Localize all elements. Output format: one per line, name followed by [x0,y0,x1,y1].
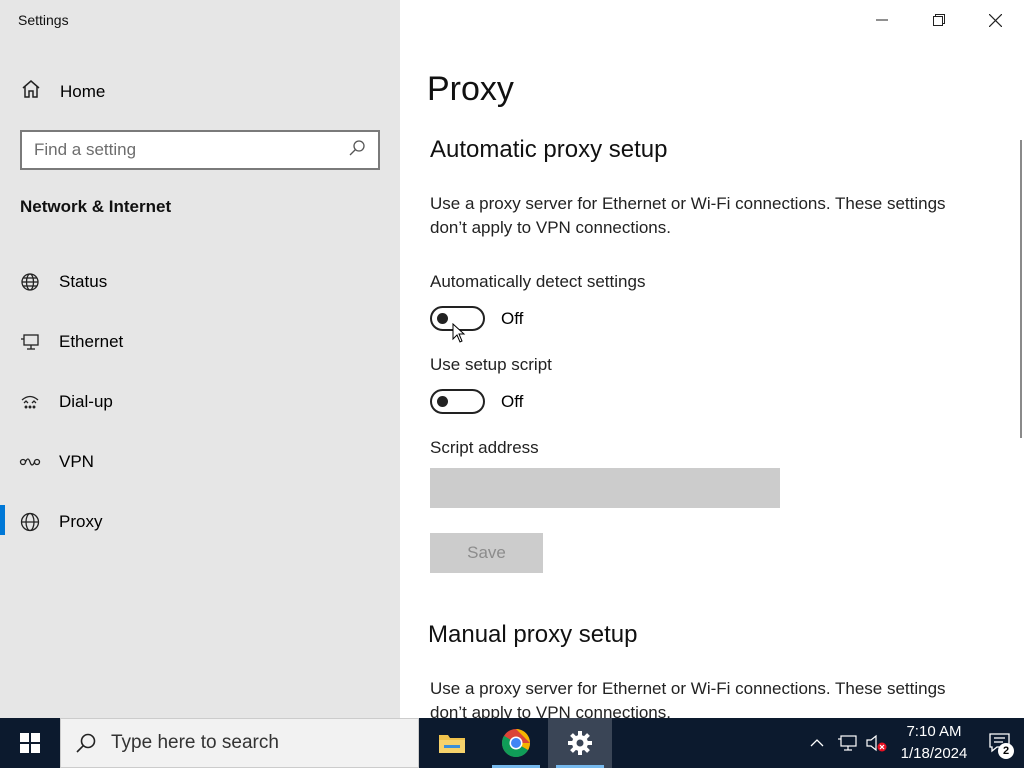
home-label: Home [60,81,106,101]
script-address-input[interactable] [430,468,780,508]
find-setting-input[interactable] [34,140,348,160]
sidebar-item-vpn[interactable]: VPN [0,432,400,492]
globe-status-icon [19,271,41,293]
find-setting-search[interactable] [20,130,380,170]
save-button[interactable]: Save [430,533,543,573]
sidebar-item-label: VPN [59,452,94,471]
chevron-up-icon [810,739,824,747]
active-indicator [0,505,5,535]
setup-script-label: Use setup script [430,355,552,374]
setup-script-row: Off [430,389,523,414]
folder-icon [439,735,465,753]
scrollbar-thumb[interactable] [1020,140,1022,438]
detect-settings-label: Automatically detect settings [430,272,646,291]
setup-script-toggle[interactable] [430,389,485,414]
sidebar-item-label: Ethernet [59,332,124,351]
taskbar: Type here to search 7:10 AM 1/18/2024 2 [0,718,1024,768]
ethernet-icon [19,331,41,353]
taskbar-search[interactable]: Type here to search [60,718,419,768]
file-explorer-button[interactable] [420,718,484,768]
setup-script-state: Off [501,391,524,411]
sidebar-item-ethernet[interactable]: Ethernet [0,312,400,372]
app-title: Settings [18,12,69,28]
notification-count-badge: 2 [998,743,1014,759]
sidebar: Settings Home Network & Internet [0,0,400,718]
close-button[interactable] [967,0,1024,40]
window-controls [853,0,1024,40]
manual-proxy-heading: Manual proxy setup [428,621,638,648]
auto-proxy-description: Use a proxy server for Ethernet or Wi-Fi… [430,194,946,237]
sidebar-item-proxy[interactable]: Proxy [0,492,400,552]
network-icon [838,735,857,751]
taskbar-clock[interactable]: 7:10 AM 1/18/2024 [892,721,976,765]
gear-icon [568,731,592,755]
close-icon [989,13,1002,27]
sidebar-nav: Status Ethernet Dial-up VPN Proxy [0,252,400,552]
section-title: Network & Internet [20,197,172,216]
clock-time: 7:10 AM [906,723,962,740]
toggle-knob [437,396,448,407]
start-button[interactable] [0,718,60,768]
minimize-icon [875,19,888,21]
home-link[interactable]: Home [20,78,105,105]
sidebar-item-label: Proxy [59,512,103,531]
restore-button[interactable] [910,0,967,40]
clock-date: 1/18/2024 [900,745,968,762]
detect-settings-state: Off [501,308,524,328]
search-icon[interactable] [348,139,366,162]
globe-icon [19,511,41,533]
content-pane: Proxy Automatic proxy setup Use a proxy … [400,0,1024,718]
sidebar-item-status[interactable]: Status [0,252,400,312]
home-icon [20,78,42,105]
sidebar-item-label: Status [59,272,108,291]
restore-icon [932,14,945,26]
volume-tray-button[interactable] [862,718,892,768]
dial-up-icon [19,391,41,413]
minimize-button[interactable] [853,0,910,40]
chrome-button[interactable] [484,718,548,768]
toggle-knob [437,313,448,324]
auto-proxy-heading: Automatic proxy setup [430,136,668,163]
vpn-icon [19,451,41,473]
system-tray: 7:10 AM 1/18/2024 2 [802,718,1024,768]
manual-proxy-description: Use a proxy server for Ethernet or Wi-Fi… [430,679,946,718]
settings-taskbar-button[interactable] [548,718,612,768]
sidebar-item-label: Dial-up [59,392,113,411]
search-icon [76,733,96,753]
network-tray-button[interactable] [832,718,862,768]
script-address-label: Script address [430,438,539,457]
detect-settings-row: Off [430,306,523,331]
mouse-cursor-icon [452,323,466,343]
action-center-button[interactable]: 2 [976,718,1024,768]
volume-muted-icon [866,734,887,752]
show-hidden-icons-button[interactable] [802,718,832,768]
chrome-icon [501,729,530,758]
taskbar-search-placeholder: Type here to search [111,732,279,753]
sidebar-item-dial-up[interactable]: Dial-up [0,372,400,432]
windows-logo-icon [20,733,40,753]
page-title: Proxy [427,70,514,108]
